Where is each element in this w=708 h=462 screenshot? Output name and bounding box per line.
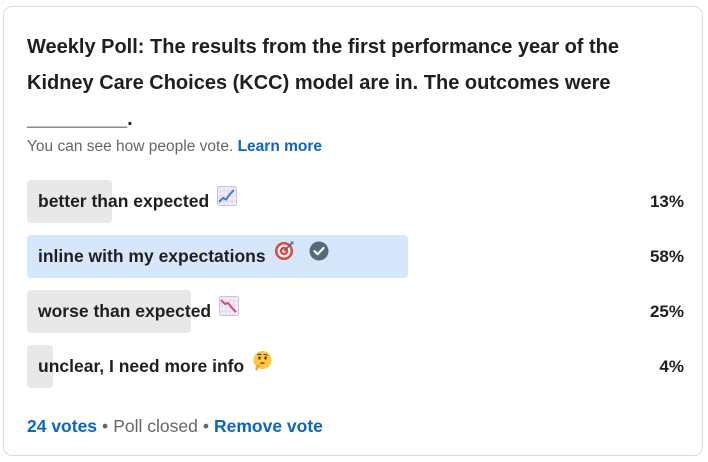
poll-option-percent: 4%	[659, 357, 684, 376]
poll-option-unclear[interactable]: unclear, I need more info 4%	[27, 345, 684, 388]
poll-option-percent: 58%	[649, 247, 684, 266]
poll-option-label: better than expected	[38, 191, 210, 211]
thinking-face-icon	[252, 344, 273, 387]
poll-option-inline[interactable]: inline with my expectations 58%	[27, 235, 684, 278]
poll-option-percent: 25%	[649, 302, 684, 321]
poll-option-better[interactable]: better than expected 13%	[27, 180, 684, 223]
poll-option-worse[interactable]: worse than expected 25%	[27, 290, 684, 333]
poll-option-percent: 13%	[649, 192, 684, 211]
poll-option-label-row: worse than expected	[38, 289, 240, 333]
vote-count-link[interactable]: 24 votes	[27, 416, 97, 436]
direct-hit-icon	[274, 234, 295, 277]
vote-visibility-note: You can see how people vote. Learn more	[27, 137, 322, 157]
poll-option-label: inline with my expectations	[38, 246, 266, 266]
remove-vote-link[interactable]: Remove vote	[214, 416, 323, 436]
poll-footer: 24 votes • Poll closed • Remove vote	[27, 415, 323, 437]
learn-more-link[interactable]: Learn more	[238, 138, 322, 155]
poll-option-label: worse than expected	[38, 301, 212, 321]
separator-dot: •	[102, 416, 109, 436]
poll-card: Weekly Poll: The results from the first …	[3, 6, 703, 456]
chart-decreasing-icon	[219, 289, 240, 332]
poll-option-label-row: inline with my expectations	[38, 235, 329, 278]
poll-option-label: unclear, I need more info	[38, 356, 245, 376]
poll-question: Weekly Poll: The results from the first …	[27, 36, 620, 130]
separator-dot: •	[202, 416, 209, 436]
poll-status: Poll closed	[113, 416, 198, 436]
poll-option-label-row: unclear, I need more info	[38, 345, 273, 388]
selected-check-icon	[309, 234, 329, 277]
chart-increasing-icon	[217, 179, 238, 222]
poll-option-label-row: better than expected	[38, 179, 238, 223]
vote-visibility-text: You can see how people vote.	[27, 138, 234, 155]
